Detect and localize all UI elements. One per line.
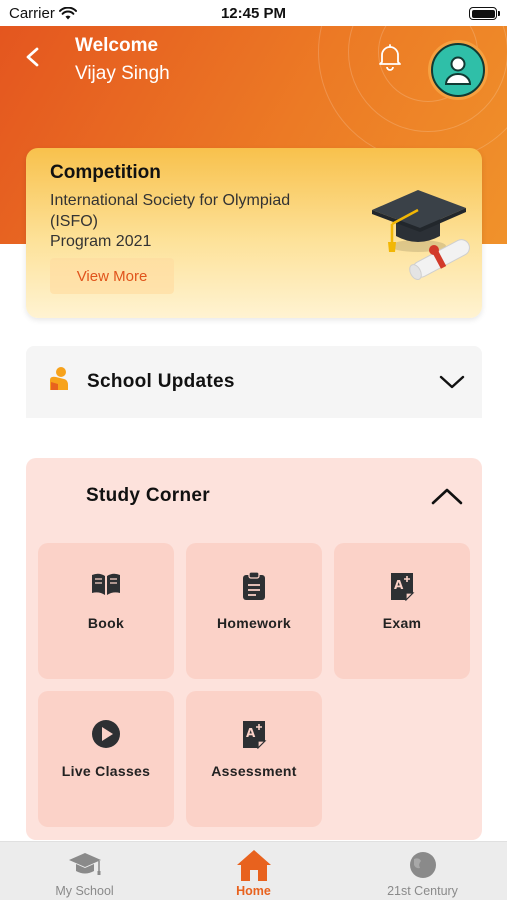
assessment-icon: A	[243, 721, 267, 749]
competition-description-line: Program 2021	[50, 233, 152, 250]
tab-label: 21st Century	[387, 884, 458, 898]
chevron-up-icon[interactable]	[430, 485, 464, 507]
study-item-label: Assessment	[211, 763, 297, 779]
home-screen: Carrier 12:45 PM Welcome Vijay Singh Com…	[0, 0, 507, 900]
tab-label: Home	[236, 884, 271, 898]
battery-icon	[469, 7, 500, 20]
school-updates-icon	[50, 367, 68, 390]
study-item-assessment[interactable]: A Assessment	[186, 691, 322, 827]
study-item-label: Exam	[382, 615, 422, 631]
study-item-exam[interactable]: A Exam	[334, 543, 470, 679]
bell-icon[interactable]	[377, 43, 403, 71]
status-bar: Carrier 12:45 PM	[0, 0, 507, 26]
play-icon	[92, 720, 120, 748]
bottom-tab-bar: My School Home 21st Century	[0, 841, 507, 900]
book-icon	[92, 573, 120, 595]
study-corner-label: Study Corner	[86, 485, 210, 506]
school-updates-header[interactable]: School Updates	[26, 346, 482, 418]
tab-icon-wrap	[169, 848, 338, 882]
globe-icon	[409, 852, 436, 878]
graduation-cap-diploma-illustration	[372, 190, 470, 280]
study-corner-panel: Study Corner Book Homework A Exam Live C…	[26, 458, 482, 840]
study-item-book[interactable]: Book	[38, 543, 174, 679]
avatar-circle	[431, 43, 485, 97]
tile-icon-wrap	[38, 571, 174, 601]
decorative-ring	[318, 26, 507, 162]
svg-text:A: A	[394, 578, 404, 592]
tab-my-school[interactable]: My School	[0, 842, 169, 900]
back-arrow-icon[interactable]	[22, 46, 44, 68]
tile-icon-wrap: A	[334, 571, 470, 601]
home-icon	[236, 850, 271, 881]
exam-icon: A	[391, 573, 415, 601]
avatar[interactable]	[428, 40, 488, 100]
tab-21st-century[interactable]: 21st Century	[338, 842, 507, 900]
tab-home[interactable]: Home	[169, 842, 338, 900]
tab-label: My School	[55, 884, 114, 898]
chevron-down-icon[interactable]	[438, 373, 466, 391]
user-icon	[444, 56, 472, 85]
study-item-live-classes[interactable]: Live Classes	[38, 691, 174, 827]
study-item-label: Book	[87, 615, 125, 631]
svg-text:A: A	[246, 726, 256, 740]
competition-card[interactable]: Competition International Society for Ol…	[26, 148, 482, 318]
status-time: 12:45 PM	[220, 5, 287, 22]
school-updates-label: School Updates	[87, 371, 235, 392]
competition-description-line: (ISFO)	[50, 212, 98, 230]
tile-icon-wrap	[186, 571, 322, 601]
user-name: Vijay Singh	[75, 63, 170, 84]
competition-description-line: International Society for Olympiad	[50, 192, 291, 209]
tile-icon-wrap	[38, 719, 174, 749]
study-item-label: Homework	[217, 615, 291, 631]
tile-icon-wrap: A	[186, 719, 322, 749]
clipboard-icon	[243, 571, 265, 600]
competition-title: Competition	[50, 162, 161, 183]
view-more-button[interactable]: View More	[50, 258, 174, 294]
welcome-text: Welcome	[75, 35, 159, 56]
graduation-cap-icon	[68, 853, 101, 875]
competition-description: International Society for Olympiad (ISFO…	[50, 191, 340, 253]
tab-icon-wrap	[0, 848, 169, 882]
study-item-label: Live Classes	[61, 763, 151, 779]
study-item-homework[interactable]: Homework	[186, 543, 322, 679]
tab-icon-wrap	[338, 848, 507, 882]
